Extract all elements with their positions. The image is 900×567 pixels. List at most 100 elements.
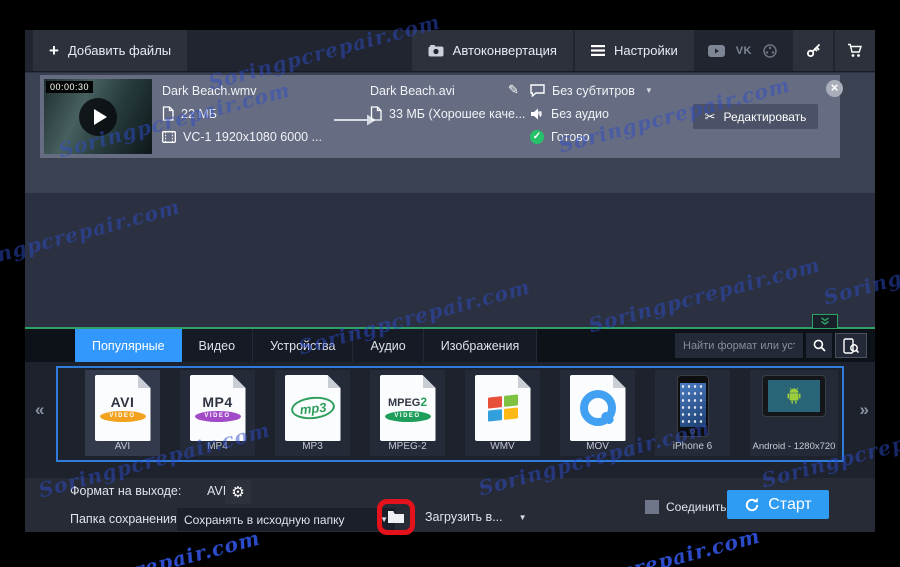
scroll-right-button[interactable]: » <box>860 400 869 420</box>
tab-audio[interactable]: Аудио <box>353 329 424 362</box>
source-info-column: Dark Beach.wmv 22 МБ VC-1 1920x1080 6000… <box>162 82 322 145</box>
folder-icon <box>388 511 404 523</box>
duration-badge: 00:00:30 <box>46 81 94 93</box>
tab-devices[interactable]: Устройства <box>253 329 354 362</box>
play-icon <box>93 109 107 125</box>
file-row: 00:00:30 Dark Beach.wmv 22 МБ VC-1 1920x… <box>40 75 843 158</box>
save-folder-value: Сохранять в исходную папку <box>184 512 345 527</box>
collapse-panel-button[interactable] <box>812 314 838 328</box>
double-chevron-down-icon <box>821 317 829 325</box>
hamburger-icon <box>590 45 605 56</box>
format-tile-avi[interactable]: AVI VIDEO AVI <box>85 370 160 456</box>
merge-checkbox[interactable] <box>645 500 659 514</box>
format-tile-iphone6[interactable]: iPhone 6 <box>655 370 730 456</box>
subtitles-value[interactable]: Без субтитров <box>552 84 635 98</box>
edit-button-label: Редактировать <box>723 109 807 124</box>
play-button[interactable] <box>79 98 117 136</box>
output-bar: Формат на выходе: AVI ⚙ Папка сохранения… <box>25 478 875 535</box>
annotation-highlight-red <box>377 499 415 535</box>
plus-icon: + <box>49 41 59 60</box>
format-settings-button[interactable]: ⚙ <box>225 480 251 504</box>
audio-value[interactable]: Без аудио <box>551 107 609 121</box>
format-tile-wmv[interactable]: WMV <box>465 370 540 456</box>
activation-key-button[interactable] <box>793 30 833 71</box>
windows-logo-icon <box>488 394 518 421</box>
quicktime-logo-icon <box>580 390 616 426</box>
app-window: + Добавить файлы Автоконвертация Настрой… <box>25 30 875 535</box>
key-icon <box>806 43 821 58</box>
tab-popular[interactable]: Популярные <box>75 329 182 362</box>
target-filename[interactable]: Dark Beach.avi <box>370 84 455 98</box>
screenshot-stage: + Добавить файлы Автоконвертация Настрой… <box>0 0 900 567</box>
format-tile-mp4[interactable]: MP4 VIDEO MP4 <box>180 370 255 456</box>
tab-images[interactable]: Изображения <box>423 329 538 362</box>
tab-video[interactable]: Видео <box>181 329 254 362</box>
start-button-label: Старт <box>768 495 812 513</box>
save-folder-dropdown[interactable]: Сохранять в исходную папку ▼ <box>177 508 395 531</box>
upload-dropdown[interactable]: Загрузить в... ▼ <box>425 510 527 524</box>
tile-label: MP3 <box>302 441 323 452</box>
edit-button[interactable]: ✂ Редактировать <box>693 104 818 129</box>
upload-label: Загрузить в... <box>425 510 503 524</box>
audio-icon <box>530 108 544 120</box>
format-tile-android[interactable]: Android - 1280x720 <box>750 370 838 456</box>
output-format-value: AVI <box>207 484 227 498</box>
browse-folder-button[interactable] <box>387 510 405 524</box>
search-button[interactable] <box>806 333 832 358</box>
gear-icon: ⚙ <box>231 484 245 501</box>
status-check-icon: ✓ <box>530 129 544 144</box>
settings-label: Настройки <box>613 43 678 58</box>
cart-icon <box>847 43 863 58</box>
device-search-button[interactable] <box>835 333 867 358</box>
convert-refresh-icon <box>746 497 759 511</box>
source-size: 22 МБ <box>181 106 217 121</box>
tile-label: MPEG-2 <box>388 441 427 452</box>
mpeg2-file-icon: MPEG 2 VIDEO <box>380 375 436 441</box>
tile-label: MOV <box>586 441 609 452</box>
merge-label: Соединить <box>666 500 727 514</box>
scroll-left-button[interactable]: « <box>35 400 44 420</box>
mp3-file-icon: mp3 <box>285 375 341 441</box>
video-thumbnail[interactable]: 00:00:30 <box>44 79 152 154</box>
mp4-file-icon: MP4 VIDEO <box>190 375 246 441</box>
save-folder-label: Папка сохранения: <box>70 512 181 526</box>
file-icon <box>370 106 382 121</box>
stream-options-column: Без субтитров ▼ Без аудио ✓ Готово <box>530 82 653 145</box>
avi-file-icon: AVI VIDEO <box>95 375 151 441</box>
autoconvert-icon <box>428 44 444 57</box>
tile-label: iPhone 6 <box>672 441 713 452</box>
film-reel-icon[interactable] <box>763 43 777 58</box>
search-icon <box>813 339 826 352</box>
toolbar: + Добавить файлы Автоконвертация Настрой… <box>25 30 875 72</box>
social-icons: VK <box>694 30 791 71</box>
format-tiles: AVI VIDEO AVI MP4 VIDEO MP4 mp3 MP3 MPEG… <box>85 370 838 456</box>
remove-file-button[interactable]: × <box>826 80 843 97</box>
add-files-label: Добавить файлы <box>67 43 172 58</box>
format-tile-mpeg2[interactable]: MPEG 2 VIDEO MPEG-2 <box>370 370 445 456</box>
format-strip: « » AVI VIDEO AVI MP4 VIDEO MP4 mp3 MP3 … <box>25 362 875 478</box>
tile-label: AVI <box>114 441 131 452</box>
format-tile-mp3[interactable]: mp3 MP3 <box>275 370 350 456</box>
format-tabs: Популярные Видео Устройства Аудио Изобра… <box>25 329 875 362</box>
rename-pencil-icon[interactable]: ✎ <box>508 82 519 98</box>
chevron-down-icon: ▼ <box>518 512 527 522</box>
cart-button[interactable] <box>835 30 875 71</box>
autoconvert-label: Автоконвертация <box>452 43 557 58</box>
source-filename: Dark Beach.wmv <box>162 83 257 98</box>
autoconvert-button[interactable]: Автоконвертация <box>411 30 573 71</box>
vk-icon[interactable]: VK <box>736 45 752 57</box>
subtitles-icon <box>530 84 545 97</box>
device-search-icon <box>843 337 859 354</box>
add-files-button[interactable]: + Добавить файлы <box>33 30 188 71</box>
chevron-down-icon[interactable]: ▼ <box>645 86 653 95</box>
target-size-quality[interactable]: 33 МБ (Хорошее каче... <box>389 107 525 121</box>
search-input[interactable] <box>675 333 803 358</box>
settings-button[interactable]: Настройки <box>574 30 694 71</box>
android-robot-icon <box>787 387 801 404</box>
start-button[interactable]: Старт <box>727 490 829 519</box>
tile-label: MP4 <box>207 441 228 452</box>
youtube-icon[interactable] <box>707 44 725 57</box>
mov-file-icon <box>570 375 626 441</box>
format-tile-mov[interactable]: MOV <box>560 370 635 456</box>
